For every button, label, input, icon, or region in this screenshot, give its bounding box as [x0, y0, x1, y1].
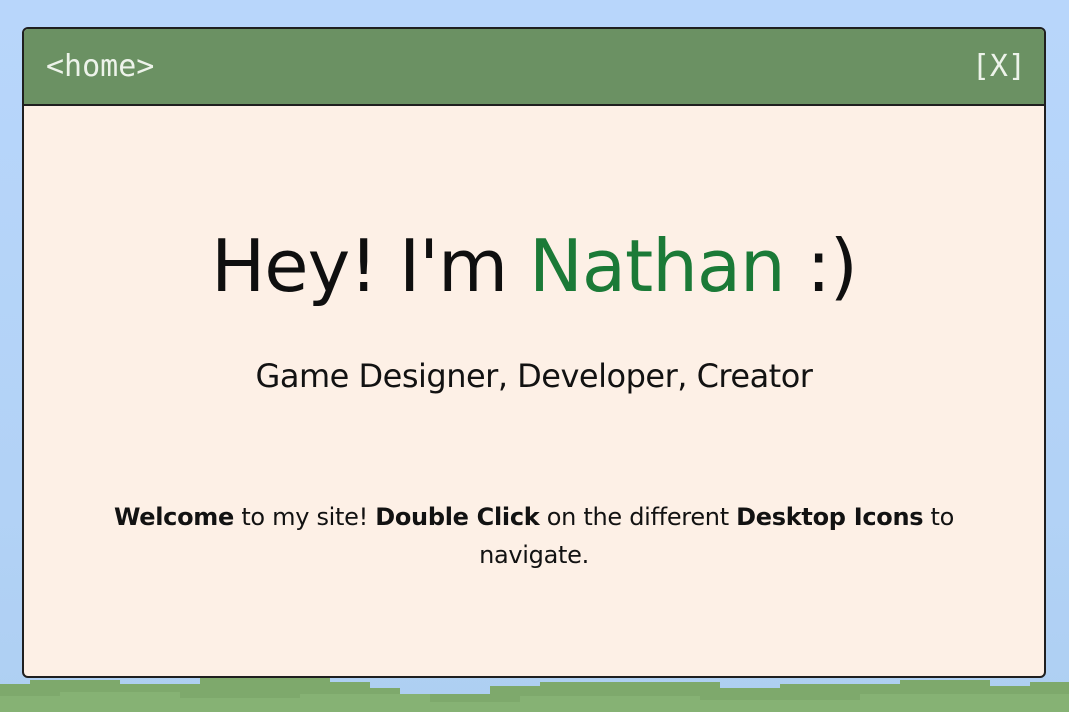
- hero-heading: Hey! I'm Nathan :): [24, 221, 1044, 311]
- welcome-text-2: on the different: [539, 503, 737, 531]
- welcome-text-1: to my site!: [233, 503, 376, 531]
- close-button[interactable]: [X]: [970, 49, 1028, 85]
- hero-subtitle: Game Designer, Developer, Creator: [255, 357, 813, 395]
- hero-name: Nathan: [529, 224, 786, 308]
- home-window: <home> [X] Hey! I'm Nathan :) Game Desig…: [22, 27, 1046, 678]
- welcome-bold-double-click: Double Click: [375, 503, 540, 531]
- welcome-message: Welcome to my site! Double Click on the …: [84, 498, 984, 574]
- window-title: <home>: [46, 49, 155, 84]
- window-content: Hey! I'm Nathan :) Game Designer, Develo…: [24, 106, 1044, 676]
- hero-smile: :): [784, 224, 857, 308]
- welcome-bold-desktop-icons: Desktop Icons: [736, 503, 924, 531]
- welcome-bold-welcome: Welcome: [113, 503, 234, 531]
- window-titlebar[interactable]: <home> [X]: [24, 29, 1044, 106]
- hero-greeting: Hey! I'm: [211, 224, 529, 308]
- grass-hills: [0, 672, 1069, 712]
